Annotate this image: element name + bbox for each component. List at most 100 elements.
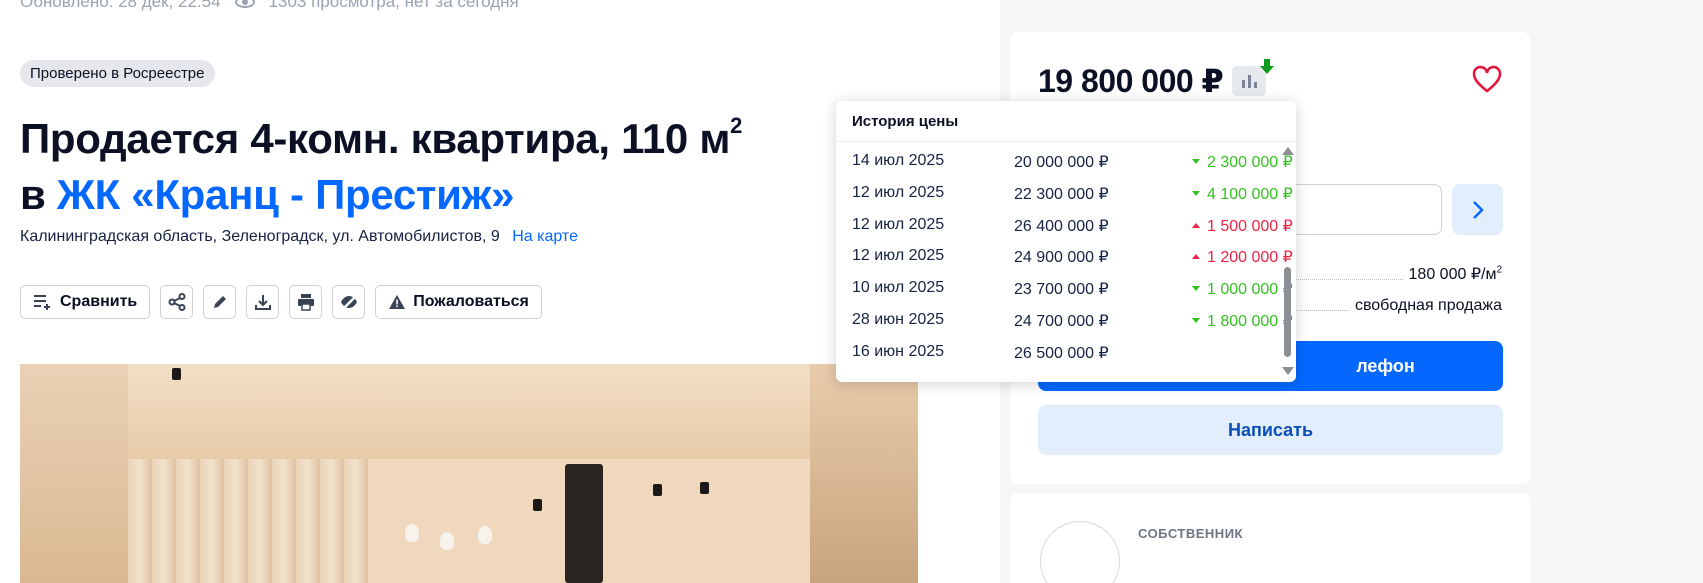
print-button[interactable] <box>289 285 323 319</box>
history-row: 14 июл 2025 20 000 000 ₽ 2 300 000 ₽ <box>852 148 1293 174</box>
eye-icon <box>234 0 255 8</box>
history-change: 4 100 000 ₽ <box>1192 184 1293 204</box>
price-history-popup: История цены 14 июл 2025 20 000 000 ₽ 2 … <box>836 101 1296 382</box>
triangle-down-icon <box>1192 318 1200 323</box>
photo-column <box>565 464 603 583</box>
history-price: 23 700 000 ₽ <box>1014 281 1109 298</box>
rosreestr-badge: Проверено в Росреестре <box>20 60 215 87</box>
listing-photo[interactable] <box>20 364 918 583</box>
compare-button[interactable]: Сравнить <box>20 285 151 319</box>
complain-label: Пожаловаться <box>413 293 529 310</box>
history-price: 24 700 000 ₽ <box>1014 313 1109 330</box>
sale-type: свободная продажа <box>1354 297 1502 314</box>
hide-icon <box>340 295 357 310</box>
photo-wall-right <box>810 364 918 583</box>
history-price: 26 400 000 ₽ <box>1014 218 1109 235</box>
history-price: 20 000 000 ₽ <box>1014 154 1109 171</box>
history-date: 16 июн 2025 <box>852 343 945 360</box>
history-row: 12 июл 2025 24 900 000 ₽ 1 200 000 ₽ <box>852 243 1293 269</box>
updated-date: Обновлено: 28 дек, 22:54 <box>20 0 221 11</box>
compare-icon <box>34 295 50 310</box>
chevron-right-icon <box>1472 200 1484 219</box>
photo-spotlight <box>533 499 542 511</box>
map-link[interactable]: На карте <box>512 228 578 245</box>
history-price: 22 300 000 ₽ <box>1014 186 1109 203</box>
write-button[interactable]: Написать <box>1038 405 1503 455</box>
share-button[interactable] <box>160 285 194 319</box>
photo-curtain <box>128 459 368 583</box>
favorite-heart-icon[interactable] <box>1472 65 1502 93</box>
scroll-down-arrow[interactable] <box>1282 367 1294 375</box>
photo-lamp <box>440 532 454 550</box>
photo-spotlight <box>700 482 709 494</box>
history-row: 16 июн 2025 26 500 000 ₽ <box>852 339 1272 365</box>
scroll-up-arrow[interactable] <box>1282 147 1294 155</box>
triangle-up-icon <box>1192 254 1200 259</box>
print-icon <box>297 294 314 311</box>
action-toolbar: Сравнить Пожаловаться <box>20 285 542 319</box>
avatar[interactable] <box>1040 521 1120 583</box>
bar-chart-icon <box>1247 75 1251 88</box>
address-text: Калининградская область, Зеленоградск, у… <box>20 228 500 245</box>
price-per-m2-value: 180 000 ₽/м <box>1408 266 1497 283</box>
history-change: 1 000 000 ₽ <box>1192 279 1293 299</box>
history-change-value: 1 000 000 ₽ <box>1207 281 1293 298</box>
views-count: 1303 просмотра, нет за сегодня <box>268 0 519 11</box>
download-button[interactable] <box>246 285 280 319</box>
hide-button[interactable] <box>332 285 366 319</box>
complain-button[interactable]: Пожаловаться <box>375 285 542 319</box>
history-date: 12 июл 2025 <box>852 247 945 264</box>
download-icon <box>254 295 271 310</box>
history-row: 10 июл 2025 23 700 000 ₽ 1 000 000 ₽ <box>852 275 1293 301</box>
title-text: Продается 4-комн. квартира, 110 м <box>20 115 731 162</box>
bar-chart-icon <box>1241 80 1245 88</box>
price-per-m2: 180 000 ₽/м2 <box>1409 264 1502 284</box>
history-date: 14 июл 2025 <box>852 152 945 169</box>
history-change-value: 2 300 000 ₽ <box>1207 154 1293 171</box>
history-price: 26 500 000 ₽ <box>1014 345 1109 362</box>
title-sup: 2 <box>730 113 743 138</box>
photo-lamp <box>478 526 492 544</box>
warning-icon <box>389 295 406 309</box>
triangle-up-icon <box>1192 223 1200 228</box>
share-icon <box>168 293 186 311</box>
scrollbar-thumb[interactable] <box>1284 267 1291 357</box>
photo-spotlight <box>653 484 662 496</box>
seller-card: СОБСТВЕННИК <box>1010 493 1530 583</box>
complex-link[interactable]: ЖК «Кранц - Престиж» <box>57 171 515 218</box>
title-prefix: в <box>20 171 46 218</box>
price: 19 800 000 ₽ <box>1038 63 1224 99</box>
triangle-down-icon <box>1192 191 1200 196</box>
edit-button[interactable] <box>203 285 237 319</box>
photo-lamp <box>405 524 419 542</box>
photo-wall <box>20 364 128 583</box>
history-date: 28 июн 2025 <box>852 311 945 328</box>
history-change: 1 200 000 ₽ <box>1192 247 1293 267</box>
history-change-value: 4 100 000 ₽ <box>1207 186 1293 203</box>
arrow-down-icon <box>1260 59 1274 74</box>
history-row: 12 июл 2025 22 300 000 ₽ 4 100 000 ₽ <box>852 180 1293 206</box>
address: Калининградская область, Зеленоградск, у… <box>20 228 578 246</box>
price-per-m2-sup: 2 <box>1496 264 1502 276</box>
history-change: 1 800 000 ₽ <box>1192 311 1293 331</box>
history-change-value: 1 200 000 ₽ <box>1207 249 1293 266</box>
history-change: 2 300 000 ₽ <box>1192 152 1293 172</box>
history-change-value: 1 500 000 ₽ <box>1207 218 1293 235</box>
history-row: 12 июл 2025 26 400 000 ₽ 1 500 000 ₽ <box>852 212 1293 238</box>
history-date: 12 июл 2025 <box>852 184 945 201</box>
history-change-value: 1 800 000 ₽ <box>1207 313 1293 330</box>
show-phone-label: лефон <box>1356 355 1415 376</box>
photo-spotlight <box>172 368 181 380</box>
history-change: 1 500 000 ₽ <box>1192 216 1293 236</box>
bar-chart-icon <box>1253 82 1257 88</box>
history-date: 12 июл 2025 <box>852 216 945 233</box>
owner-label: СОБСТВЕННИК <box>1138 526 1243 541</box>
listing-meta: Обновлено: 28 дек, 22:54 1303 просмотра,… <box>20 0 519 12</box>
triangle-down-icon <box>1192 159 1200 164</box>
history-price: 24 900 000 ₽ <box>1014 249 1109 266</box>
history-row: 28 июн 2025 24 700 000 ₽ 1 800 000 ₽ <box>852 307 1293 333</box>
photo-ceiling <box>128 364 918 459</box>
popup-title: История цены <box>852 113 959 130</box>
next-button[interactable] <box>1452 184 1503 235</box>
page-title: Продается 4-комн. квартира, 110 м2 в ЖК … <box>20 98 742 223</box>
